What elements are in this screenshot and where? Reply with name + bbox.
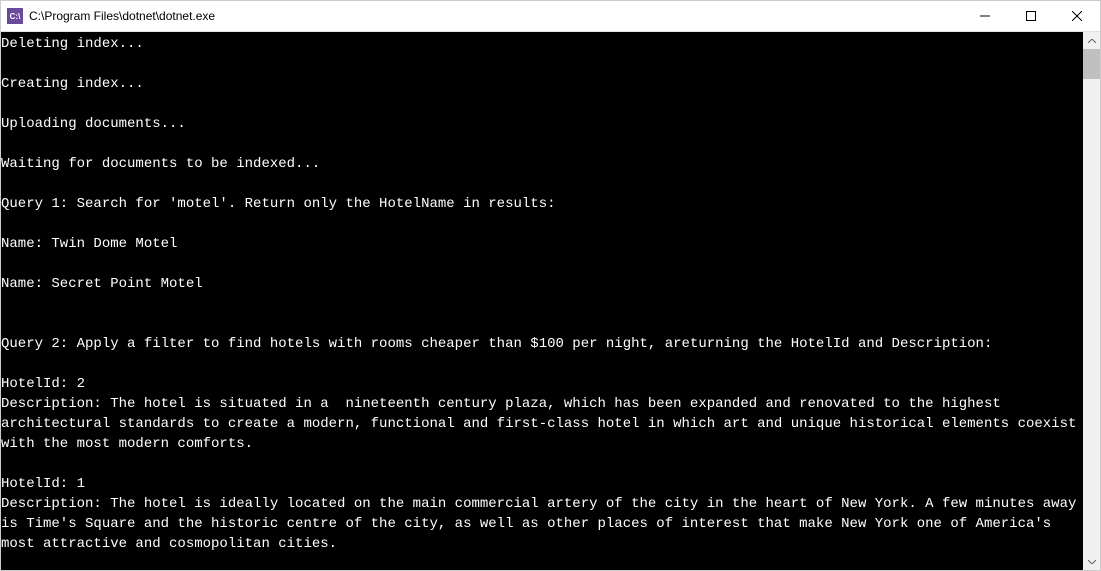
close-icon [1072, 11, 1082, 21]
scroll-track[interactable] [1083, 49, 1100, 553]
minimize-button[interactable] [962, 1, 1008, 31]
maximize-icon [1026, 11, 1036, 21]
window-controls [962, 1, 1100, 31]
maximize-button[interactable] [1008, 1, 1054, 31]
console-area: Deleting index... Creating index... Uplo… [1, 32, 1100, 570]
chevron-down-icon [1088, 560, 1096, 564]
minimize-icon [980, 11, 990, 21]
title-bar[interactable]: C:\ C:\Program Files\dotnet\dotnet.exe [1, 1, 1100, 32]
chevron-up-icon [1088, 39, 1096, 43]
vertical-scrollbar[interactable] [1083, 32, 1100, 570]
scroll-up-button[interactable] [1083, 32, 1100, 49]
close-button[interactable] [1054, 1, 1100, 31]
app-icon: C:\ [7, 8, 23, 24]
window-title: C:\Program Files\dotnet\dotnet.exe [29, 9, 962, 23]
console-output[interactable]: Deleting index... Creating index... Uplo… [1, 32, 1083, 570]
console-window: C:\ C:\Program Files\dotnet\dotnet.exe D… [0, 0, 1101, 571]
scroll-down-button[interactable] [1083, 553, 1100, 570]
scroll-thumb[interactable] [1083, 49, 1100, 79]
